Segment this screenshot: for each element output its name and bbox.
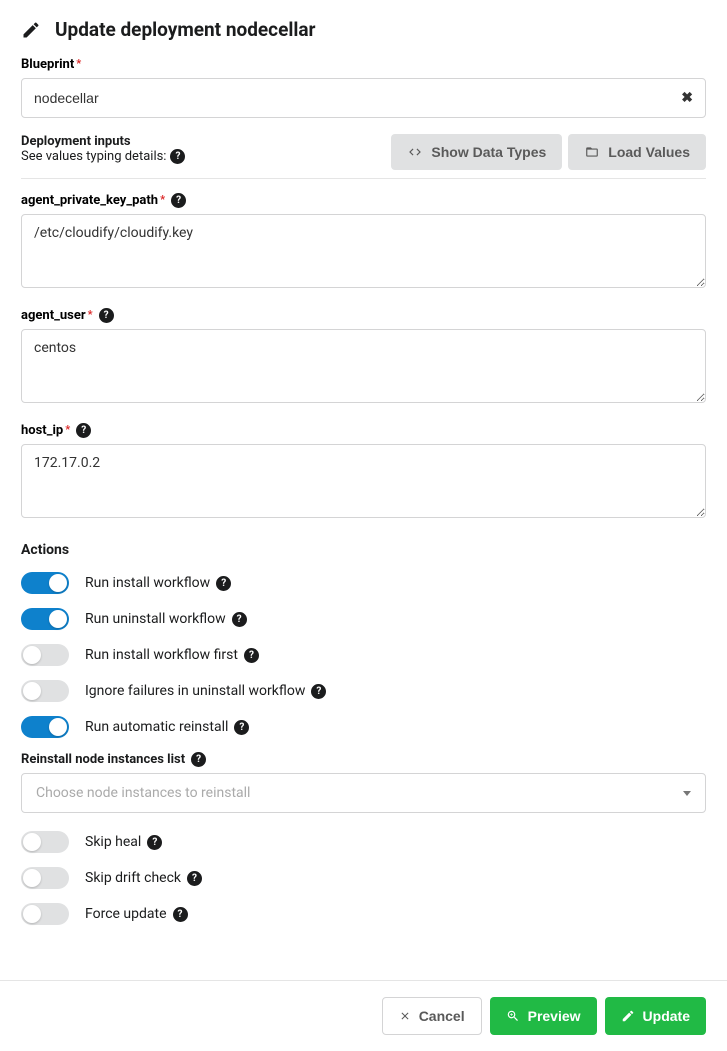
reinstall-list-dropdown[interactable]: Choose node instances to reinstall <box>21 773 706 813</box>
help-icon[interactable]: ? <box>187 871 202 886</box>
force-update-label: Force update ? <box>85 906 188 922</box>
run-install-workflow-label: Run install workflow ? <box>85 575 231 591</box>
blueprint-input-wrap[interactable]: ✖ <box>21 78 706 118</box>
update-button[interactable]: Update <box>605 997 706 1035</box>
code-icon <box>407 145 423 159</box>
skip-drift-check-label: Skip drift check ? <box>85 870 202 886</box>
divider <box>21 178 706 179</box>
help-icon[interactable]: ? <box>173 907 188 922</box>
chevron-down-icon <box>683 791 691 796</box>
modal-title: Update deployment nodecellar <box>55 18 316 41</box>
cancel-button[interactable]: Cancel <box>382 997 482 1035</box>
reinstall-list-label: Reinstall node instances list ? <box>21 752 706 767</box>
run-automatic-reinstall-label: Run automatic reinstall ? <box>85 719 249 735</box>
host-ip-label: host_ip* <box>21 423 70 438</box>
preview-button[interactable]: Preview <box>490 997 597 1035</box>
blueprint-input[interactable] <box>34 79 681 117</box>
agent-private-key-path-label: agent_private_key_path* <box>21 193 165 208</box>
help-icon[interactable]: ? <box>171 193 186 208</box>
run-uninstall-workflow-label: Run uninstall workflow ? <box>85 611 247 627</box>
deployment-inputs-heading: Deployment inputs <box>21 134 185 149</box>
deployment-inputs-subtitle: See values typing details: ? <box>21 149 185 164</box>
help-icon[interactable]: ? <box>232 612 247 627</box>
modal-header: Update deployment nodecellar <box>0 0 727 57</box>
blueprint-label: Blueprint* <box>21 57 706 72</box>
show-data-types-button[interactable]: Show Data Types <box>391 134 562 170</box>
ignore-failures-label: Ignore failures in uninstall workflow ? <box>85 683 326 699</box>
help-icon[interactable]: ? <box>311 684 326 699</box>
help-icon[interactable]: ? <box>170 149 185 164</box>
help-icon[interactable]: ? <box>191 752 206 767</box>
edit-icon <box>621 1009 635 1023</box>
agent-user-label: agent_user* <box>21 308 93 323</box>
close-icon <box>399 1010 411 1022</box>
help-icon[interactable]: ? <box>76 423 91 438</box>
clear-icon[interactable]: ✖ <box>681 90 693 106</box>
help-icon[interactable]: ? <box>216 576 231 591</box>
run-uninstall-workflow-toggle[interactable] <box>21 608 69 630</box>
skip-heal-toggle[interactable] <box>21 831 69 853</box>
agent-user-input[interactable]: centos <box>21 329 706 403</box>
skip-drift-check-toggle[interactable] <box>21 867 69 889</box>
run-automatic-reinstall-toggle[interactable] <box>21 716 69 738</box>
run-install-workflow-first-label: Run install workflow first ? <box>85 647 259 663</box>
load-values-button[interactable]: Load Values <box>568 134 706 170</box>
help-icon[interactable]: ? <box>147 835 162 850</box>
skip-heal-label: Skip heal ? <box>85 834 162 850</box>
help-icon[interactable]: ? <box>244 648 259 663</box>
force-update-toggle[interactable] <box>21 903 69 925</box>
ignore-failures-toggle[interactable] <box>21 680 69 702</box>
actions-heading: Actions <box>21 542 706 558</box>
run-install-workflow-first-toggle[interactable] <box>21 644 69 666</box>
agent-private-key-path-input[interactable]: /etc/cloudify/cloudify.key <box>21 214 706 288</box>
run-install-workflow-toggle[interactable] <box>21 572 69 594</box>
help-icon[interactable]: ? <box>99 308 114 323</box>
modal-footer: Cancel Preview Update <box>0 980 727 1051</box>
help-icon[interactable]: ? <box>234 720 249 735</box>
edit-icon <box>21 20 41 40</box>
folder-open-icon <box>584 145 600 159</box>
search-plus-icon <box>506 1009 520 1023</box>
host-ip-input[interactable]: 172.17.0.2 <box>21 444 706 518</box>
